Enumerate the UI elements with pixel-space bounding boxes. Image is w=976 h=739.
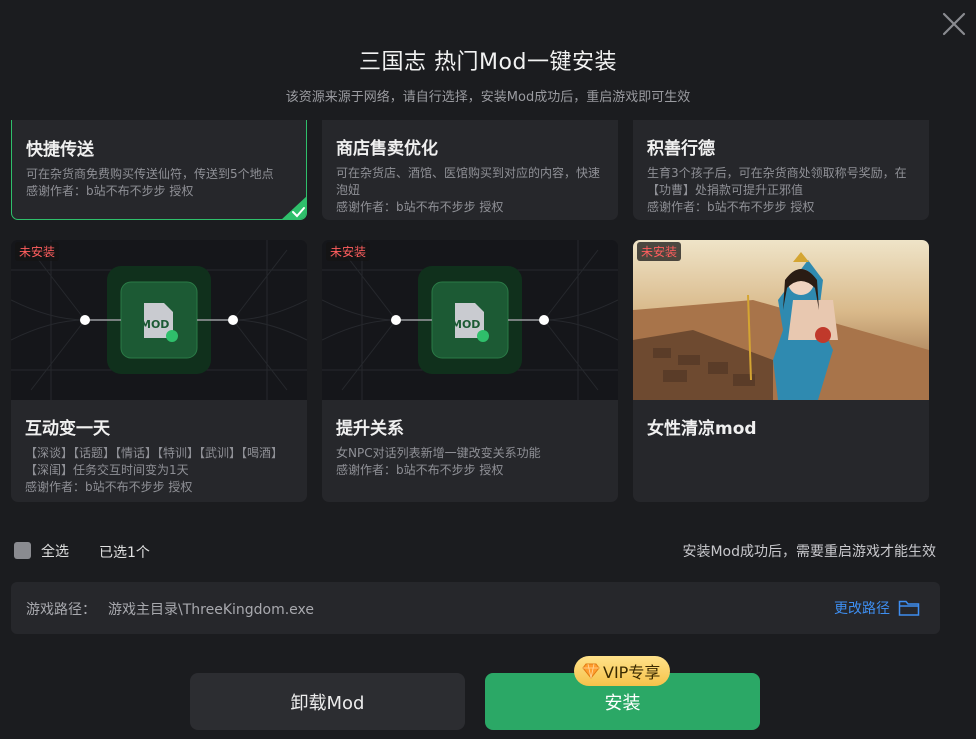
mod-thumbnail: MOD 未安装 bbox=[322, 240, 618, 400]
close-icon bbox=[942, 12, 966, 36]
folder-icon bbox=[898, 600, 920, 616]
mod-card-desc: 女NPC对话列表新增一键改变关系功能 bbox=[336, 446, 541, 460]
mod-grid: 快捷传送 可在杂货商免费购买传送仙符，传送到5个地点 感谢作者：b站不布不步步 … bbox=[11, 120, 931, 505]
mod-card-title: 积善行德 bbox=[647, 139, 715, 159]
game-path-value: 游戏主目录\ThreeKingdom.exe bbox=[108, 602, 315, 618]
select-all-checkbox[interactable] bbox=[14, 542, 31, 559]
selected-check-icon bbox=[282, 196, 306, 219]
mod-card-desc: 可在杂货店、酒馆、医馆购买到对应的内容，快速泡妞 bbox=[336, 166, 601, 197]
character-illustration bbox=[633, 240, 929, 400]
close-button[interactable] bbox=[942, 12, 966, 36]
status-badge: 未安装 bbox=[15, 242, 60, 261]
game-path-label: 游戏路径： bbox=[26, 602, 96, 618]
mod-card-credit: 感谢作者：b站不布不步步 授权 bbox=[26, 184, 194, 198]
mod-card-credit: 感谢作者：b站不布不步步 授权 bbox=[336, 200, 504, 214]
mod-card-quick-teleport[interactable]: 快捷传送 可在杂货商免费购买传送仙符，传送到5个地点 感谢作者：b站不布不步步 … bbox=[11, 120, 307, 220]
mod-card-title: 互动变一天 bbox=[25, 419, 110, 439]
mod-card-female-outfit[interactable]: 未安装 女性清凉mod bbox=[633, 240, 929, 502]
mod-card-credit: 感谢作者：b站不布不步步 授权 bbox=[336, 463, 504, 477]
status-badge: 未安装 bbox=[637, 242, 682, 261]
mod-card-desc: 【深谈】【话题】【情话】【特训】【武训】【喝酒】【深闺】任务交互时间变为1天 bbox=[25, 446, 284, 477]
selection-row: 全选 已选1个 安装Mod成功后，需要重启游戏才能生效 bbox=[14, 540, 936, 561]
mod-card-title: 女性清凉mod bbox=[647, 419, 757, 439]
mod-file-icon-label: MOD bbox=[451, 318, 480, 331]
restart-note: 安装Mod成功后，需要重启游戏才能生效 bbox=[682, 544, 936, 560]
change-path-button[interactable]: 更改路径 bbox=[834, 598, 920, 618]
mod-card-good-deeds[interactable]: 积善行德 生育3个孩子后，可在杂货商处领取称号奖励，在【功曹】处捐款可提升正邪值… bbox=[633, 120, 929, 220]
mod-card-title: 快捷传送 bbox=[26, 140, 94, 160]
game-path-bar: 游戏路径： 游戏主目录\ThreeKingdom.exe 更改路径 bbox=[11, 582, 940, 634]
uninstall-button-label: 卸载Mod bbox=[290, 692, 365, 714]
circuit-background: MOD bbox=[322, 240, 618, 400]
header: 三国志 热门Mod一键安装 该资源来源于网络，请自行选择，安装Mod成功后，重启… bbox=[0, 44, 976, 105]
mod-card-title: 提升关系 bbox=[336, 419, 404, 439]
uninstall-mod-button[interactable]: 卸载Mod bbox=[190, 673, 465, 730]
page-title: 三国志 热门Mod一键安装 bbox=[359, 50, 617, 75]
select-all-label[interactable]: 全选 bbox=[41, 541, 69, 561]
mod-card-interaction-day[interactable]: MOD 未安装 互动变一天 【深谈】【话题】【情话】【特训】【武训】【喝酒】【深… bbox=[11, 240, 307, 502]
mod-card-relationship[interactable]: MOD 未安装 提升关系 女NPC对话列表新增一键改变关系功能 感谢作者：b站不… bbox=[322, 240, 618, 502]
vip-badge-label: VIP专享 bbox=[603, 663, 661, 682]
mod-thumbnail: 未安装 bbox=[633, 240, 929, 400]
mod-thumbnail: MOD 未安装 bbox=[11, 240, 307, 400]
circuit-background: MOD bbox=[11, 240, 307, 400]
mod-card-desc: 生育3个孩子后，可在杂货商处领取称号奖励，在【功曹】处捐款可提升正邪值 bbox=[647, 166, 907, 197]
selected-count: 已选1个 bbox=[99, 545, 150, 561]
mod-file-icon-label: MOD bbox=[140, 318, 169, 331]
install-button-label: 安装 bbox=[604, 692, 641, 714]
mod-card-shop-optimize[interactable]: 商店售卖优化 可在杂货店、酒馆、医馆购买到对应的内容，快速泡妞 感谢作者：b站不… bbox=[322, 120, 618, 220]
page-subtitle: 该资源来源于网络，请自行选择，安装Mod成功后，重启游戏即可生效 bbox=[285, 90, 691, 105]
change-path-label: 更改路径 bbox=[834, 601, 890, 617]
mod-card-title: 商店售卖优化 bbox=[336, 139, 438, 159]
mod-card-desc: 可在杂货商免费购买传送仙符，传送到5个地点 bbox=[26, 167, 274, 181]
status-badge: 未安装 bbox=[326, 242, 371, 261]
mod-card-credit: 感谢作者：b站不布不步步 授权 bbox=[647, 200, 815, 214]
diamond-icon bbox=[582, 663, 600, 679]
mod-card-credit: 感谢作者：b站不布不步步 授权 bbox=[25, 480, 193, 494]
vip-badge: VIP专享 bbox=[574, 656, 671, 686]
